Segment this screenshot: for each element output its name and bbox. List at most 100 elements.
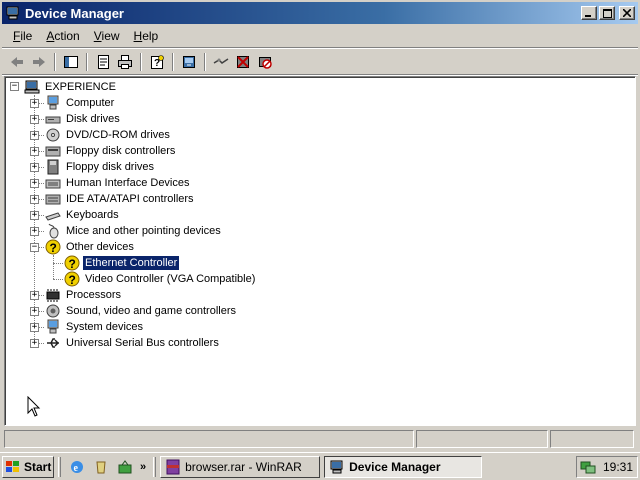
unknown-device-icon: ? bbox=[64, 271, 80, 287]
status-bar bbox=[4, 430, 636, 448]
menu-file[interactable]: File bbox=[6, 27, 39, 45]
update-driver-icon bbox=[183, 55, 195, 68]
title-bar[interactable]: Device Manager bbox=[2, 2, 638, 24]
disable-device-icon bbox=[259, 56, 272, 69]
tree-node-label: Keyboards bbox=[66, 209, 119, 221]
tree-node-label: IDE ATA/ATAPI controllers bbox=[66, 193, 194, 205]
tree-category-node[interactable]: Disk drives bbox=[45, 111, 122, 127]
taskbar-grip[interactable] bbox=[153, 456, 157, 477]
device-tree[interactable]: − EXPERIENCE + Computer + Disk drives + DVD/CD-… bbox=[4, 76, 636, 426]
tree-category-node[interactable]: Floppy disk drives bbox=[45, 159, 156, 175]
taskbar-button-device-manager[interactable]: Device Manager bbox=[324, 455, 483, 478]
menu-file-label: ile bbox=[20, 29, 33, 43]
menu-bar: File Action View Help bbox=[2, 26, 638, 46]
status-pane-main bbox=[4, 430, 414, 448]
tree-category-node[interactable]: Processors bbox=[45, 287, 123, 303]
quick-launch-more-icon[interactable]: » bbox=[140, 461, 146, 473]
toolbar-grip[interactable] bbox=[58, 456, 61, 477]
hid-icon bbox=[45, 179, 61, 189]
tree-node-label: Other devices bbox=[66, 241, 134, 253]
printer-icon bbox=[118, 54, 132, 69]
properties-button[interactable] bbox=[92, 51, 114, 73]
tree-device-node[interactable]: ? Video Controller (VGA Compatible) bbox=[64, 271, 257, 287]
menu-view-label: iew bbox=[101, 29, 120, 43]
expand-category-toggle[interactable]: + bbox=[30, 339, 39, 348]
start-button[interactable]: Start bbox=[2, 455, 54, 478]
toolbar-separator bbox=[204, 52, 206, 71]
status-pane-2 bbox=[416, 430, 548, 448]
internet-explorer-icon[interactable]: e bbox=[69, 459, 85, 475]
maximize-button[interactable] bbox=[599, 6, 615, 20]
tree-root-node[interactable]: EXPERIENCE bbox=[24, 79, 118, 95]
floppy-drive-icon bbox=[47, 159, 59, 175]
collapse-root-toggle[interactable]: − bbox=[10, 82, 19, 91]
tree-category-node[interactable]: Universal Serial Bus controllers bbox=[45, 335, 221, 351]
tree-category-node[interactable]: IDE ATA/ATAPI controllers bbox=[45, 191, 196, 207]
tree-category-node[interactable]: Mice and other pointing devices bbox=[45, 223, 223, 239]
system-icon bbox=[47, 319, 59, 334]
expand-category-toggle[interactable]: + bbox=[30, 147, 39, 156]
tree-root-label: EXPERIENCE bbox=[45, 81, 116, 93]
disable-button[interactable] bbox=[254, 51, 276, 73]
tree-connector-line bbox=[53, 263, 63, 264]
network-tray-icon[interactable] bbox=[580, 459, 596, 475]
menu-action[interactable]: Action bbox=[39, 27, 86, 45]
expand-category-toggle[interactable]: + bbox=[30, 323, 39, 332]
expand-category-toggle[interactable]: + bbox=[30, 163, 39, 172]
show-hide-tree-button[interactable] bbox=[60, 51, 82, 73]
tree-category-node[interactable]: Keyboards bbox=[45, 207, 121, 223]
device-manager-app-icon bbox=[6, 6, 19, 20]
tree-category-node[interactable]: ? Other devices bbox=[45, 239, 136, 255]
tree-category-node[interactable]: System devices bbox=[45, 319, 145, 335]
recycle-icon[interactable] bbox=[93, 459, 109, 475]
window-title: Device Manager bbox=[25, 5, 124, 21]
help-icon: ? bbox=[151, 54, 164, 69]
expand-category-toggle[interactable]: + bbox=[30, 99, 39, 108]
collapse-category-toggle[interactable]: − bbox=[30, 243, 39, 252]
uninstall-button[interactable] bbox=[232, 51, 254, 73]
tree-category-node[interactable]: DVD/CD-ROM drives bbox=[45, 127, 172, 143]
toolbar-separator bbox=[54, 52, 56, 71]
svg-text:?: ? bbox=[69, 257, 76, 271]
tree-category-node[interactable]: Sound, video and game controllers bbox=[45, 303, 238, 319]
expand-category-toggle[interactable]: + bbox=[30, 195, 39, 204]
usb-icon bbox=[47, 338, 59, 348]
expand-category-toggle[interactable]: + bbox=[30, 131, 39, 140]
taskbar-button-winrar[interactable]: browser.rar - WinRAR bbox=[160, 455, 321, 478]
expand-category-toggle[interactable]: + bbox=[30, 307, 39, 316]
minimize-icon bbox=[585, 15, 591, 17]
menu-help-accel: H bbox=[133, 29, 143, 43]
scan-hardware-button[interactable] bbox=[210, 51, 232, 73]
tree-node-label: DVD/CD-ROM drives bbox=[66, 129, 170, 141]
minimize-button[interactable] bbox=[581, 6, 597, 20]
expand-category-toggle[interactable]: + bbox=[30, 179, 39, 188]
svg-text:e: e bbox=[74, 463, 79, 474]
tree-connector-line bbox=[53, 279, 63, 280]
tree-category-node[interactable]: Floppy disk controllers bbox=[45, 143, 177, 159]
close-button[interactable] bbox=[619, 6, 635, 20]
tree-category-node[interactable]: Computer bbox=[45, 95, 116, 111]
help-button[interactable]: ? bbox=[146, 51, 168, 73]
menu-view[interactable]: View bbox=[87, 27, 127, 45]
tools-icon[interactable] bbox=[117, 459, 133, 475]
svg-text:?: ? bbox=[69, 273, 76, 287]
maximize-icon bbox=[602, 8, 612, 18]
forward-button[interactable] bbox=[28, 51, 50, 73]
tree-node-label: Human Interface Devices bbox=[66, 177, 190, 189]
back-button[interactable] bbox=[6, 51, 28, 73]
print-button[interactable] bbox=[114, 51, 136, 73]
tree-node-label: Processors bbox=[66, 289, 122, 301]
update-driver-button[interactable] bbox=[178, 51, 200, 73]
tree-category-node[interactable]: Human Interface Devices bbox=[45, 175, 192, 191]
ide-controller-icon bbox=[45, 194, 61, 205]
clock[interactable]: 19:31 bbox=[603, 460, 633, 474]
expand-category-toggle[interactable]: + bbox=[30, 291, 39, 300]
tree-node-label: Video Controller (VGA Compatible) bbox=[85, 273, 256, 285]
unknown-device-icon: ? bbox=[45, 239, 61, 255]
menu-help[interactable]: Help bbox=[127, 27, 166, 45]
tree-device-node[interactable]: ? Ethernet Controller bbox=[64, 255, 181, 271]
expand-category-toggle[interactable]: + bbox=[30, 227, 39, 236]
expand-category-toggle[interactable]: + bbox=[30, 211, 39, 220]
expand-category-toggle[interactable]: + bbox=[30, 115, 39, 124]
tree-node-label: Sound, video and game controllers bbox=[66, 305, 236, 317]
